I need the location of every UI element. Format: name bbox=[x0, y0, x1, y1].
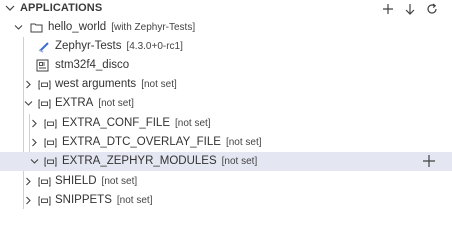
chevron-right-icon[interactable] bbox=[29, 118, 40, 129]
extra-label: EXTRA bbox=[55, 97, 94, 109]
circuit-board-icon bbox=[36, 59, 49, 72]
tree-item-sdk[interactable]: Zephyr-Tests [4.3.0+0-rc1] bbox=[0, 37, 452, 56]
chevron-down-icon[interactable] bbox=[23, 98, 34, 109]
app-description: [with Zephyr-Tests] bbox=[111, 22, 196, 33]
symbol-variable-icon bbox=[38, 196, 51, 206]
extra-zephyr-modules-label: EXTRA_ZEPHYR_MODULES bbox=[62, 155, 217, 167]
symbol-variable-icon bbox=[44, 157, 57, 167]
tree-item-label: west arguments [not set] bbox=[55, 75, 177, 94]
snippets-value: [not set] bbox=[116, 195, 153, 206]
shield-value: [not set] bbox=[101, 176, 138, 187]
sdk-version: [4.3.0+0-rc1] bbox=[126, 41, 183, 52]
applications-panel: APPLICATIONS hello_world [with Zephyr-Tes… bbox=[0, 0, 452, 225]
chevron-down-icon[interactable] bbox=[4, 2, 16, 14]
tree-item-label: EXTRA [not set] bbox=[55, 94, 134, 113]
chevron-right-icon[interactable] bbox=[23, 195, 34, 206]
extra-dtc-overlay-file-value: [not set] bbox=[225, 137, 262, 148]
tree-item-board[interactable]: stm32f4_disco bbox=[0, 56, 452, 75]
section-title: APPLICATIONS bbox=[20, 2, 103, 14]
chevron-right-icon[interactable] bbox=[29, 137, 40, 148]
board-name: stm32f4_disco bbox=[55, 59, 130, 71]
sdk-name: Zephyr-Tests bbox=[55, 40, 122, 52]
section-header[interactable]: APPLICATIONS bbox=[0, 0, 452, 18]
symbol-variable-icon bbox=[44, 119, 57, 129]
refresh-icon[interactable] bbox=[424, 1, 440, 17]
folder-icon bbox=[30, 23, 43, 33]
tree-item-label: EXTRA_DTC_OVERLAY_FILE [not set] bbox=[62, 133, 262, 152]
extra-dtc-overlay-file-label: EXTRA_DTC_OVERLAY_FILE bbox=[62, 136, 221, 148]
tree-item-label: hello_world [with Zephyr-Tests] bbox=[48, 18, 195, 37]
chevron-down-icon[interactable] bbox=[13, 22, 24, 33]
symbol-variable-icon bbox=[44, 138, 57, 148]
add-icon[interactable] bbox=[380, 1, 396, 17]
tree-item-snippets[interactable]: SNIPPETS [not set] bbox=[0, 191, 452, 210]
add-icon[interactable] bbox=[422, 154, 436, 168]
tree-item-extra-dtc-overlay-file[interactable]: EXTRA_DTC_OVERLAY_FILE [not set] bbox=[0, 133, 452, 152]
tree-item-label: SHIELD [not set] bbox=[55, 172, 137, 191]
chevron-down-icon[interactable] bbox=[29, 156, 40, 167]
tree-item-label: EXTRA_CONF_FILE [not set] bbox=[62, 114, 211, 133]
tree-item-extra[interactable]: EXTRA [not set] bbox=[0, 94, 452, 113]
tree-item-west-arguments[interactable]: west arguments [not set] bbox=[0, 75, 452, 94]
shield-label: SHIELD bbox=[55, 175, 97, 187]
extra-zephyr-modules-value: [not set] bbox=[221, 156, 258, 167]
chevron-right-icon[interactable] bbox=[23, 176, 34, 187]
app-name: hello_world bbox=[48, 21, 107, 33]
tree-item-label: SNIPPETS [not set] bbox=[55, 191, 152, 210]
extra-conf-file-label: EXTRA_CONF_FILE bbox=[62, 117, 170, 129]
chevron-right-icon[interactable] bbox=[23, 79, 34, 90]
extra-value: [not set] bbox=[98, 98, 134, 109]
tree-item-label: EXTRA_ZEPHYR_MODULES [not set] bbox=[62, 152, 257, 171]
tree-item-app[interactable]: hello_world [with Zephyr-Tests] bbox=[0, 18, 452, 37]
tree-item-extra-zephyr-modules[interactable]: EXTRA_ZEPHYR_MODULES [not set] bbox=[0, 152, 452, 171]
tree-item-extra-conf-file[interactable]: EXTRA_CONF_FILE [not set] bbox=[0, 114, 452, 133]
west-arguments-value: [not set] bbox=[141, 79, 177, 90]
west-arguments-label: west arguments bbox=[55, 78, 137, 90]
arrow-down-icon[interactable] bbox=[402, 1, 418, 17]
symbol-variable-icon bbox=[38, 177, 51, 187]
tree-item-shield[interactable]: SHIELD [not set] bbox=[0, 172, 452, 191]
symbol-variable-icon bbox=[38, 99, 51, 109]
extra-conf-file-value: [not set] bbox=[175, 118, 211, 129]
snippets-label: SNIPPETS bbox=[55, 194, 112, 206]
zephyr-icon bbox=[38, 42, 49, 53]
symbol-variable-icon bbox=[38, 80, 51, 90]
tree-item-label: Zephyr-Tests [4.3.0+0-rc1] bbox=[55, 37, 183, 56]
